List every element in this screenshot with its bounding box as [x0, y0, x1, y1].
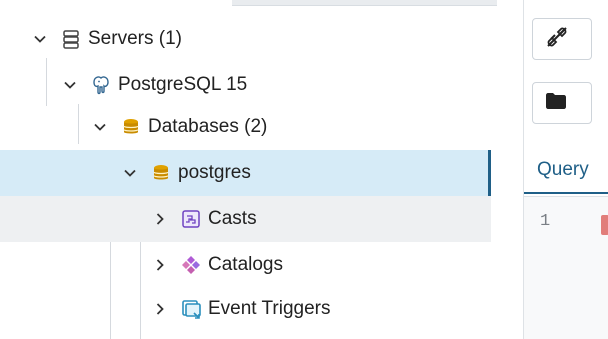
- query-tool-panel: Query 1: [523, 0, 608, 339]
- folder-icon: [545, 91, 567, 116]
- tab-query[interactable]: Query: [524, 148, 608, 194]
- chevron-right-icon[interactable]: [152, 211, 168, 227]
- tree-item-event-triggers[interactable]: Event Triggers: [0, 286, 491, 332]
- chevron-down-icon[interactable]: [32, 31, 48, 47]
- tree-item-label: PostgreSQL 15: [118, 74, 248, 95]
- databases-icon: [120, 116, 142, 138]
- tree-item-postgres[interactable]: postgres: [0, 150, 491, 196]
- tree-item-postgresql-15[interactable]: PostgreSQL 15: [0, 62, 512, 108]
- chevron-down-icon[interactable]: [62, 77, 78, 93]
- tree-item-label: postgres: [178, 162, 251, 183]
- tree-item-label: Casts: [208, 208, 257, 229]
- chevron-down-icon[interactable]: [122, 165, 138, 181]
- tree-item-label: Catalogs: [208, 254, 283, 275]
- panel-splitter[interactable]: [512, 0, 523, 339]
- object-explorer-tree: Servers (1) PostgreSQL 15 Databases (2) …: [0, 0, 512, 339]
- tab-query-label: Query: [537, 159, 589, 180]
- database-icon: [150, 162, 172, 184]
- chevron-right-icon[interactable]: [152, 257, 168, 273]
- tree-item-label: Databases (2): [148, 116, 268, 137]
- tree-item-catalogs[interactable]: Catalogs: [0, 242, 491, 288]
- tree-item-databases[interactable]: Databases (2): [0, 104, 512, 150]
- sql-editor[interactable]: [524, 197, 608, 339]
- chevron-right-icon[interactable]: [152, 301, 168, 317]
- chevron-down-icon[interactable]: [92, 119, 108, 135]
- tree-item-casts[interactable]: Casts: [0, 196, 491, 242]
- disconnect-icon: [545, 25, 569, 54]
- editor-text-fragment: [601, 215, 608, 235]
- postgresql-elephant-icon: [90, 74, 112, 96]
- tree-item-servers[interactable]: Servers (1): [0, 16, 512, 62]
- tree-item-label: Servers (1): [88, 28, 182, 49]
- servers-icon: [60, 28, 82, 50]
- horizontal-scrollbar[interactable]: [232, 0, 497, 6]
- line-number: 1: [540, 212, 551, 231]
- open-file-button[interactable]: [532, 82, 592, 124]
- catalogs-icon: [180, 254, 202, 276]
- casts-icon: [180, 208, 202, 230]
- disconnect-button[interactable]: [532, 18, 592, 60]
- tree-item-label: Event Triggers: [208, 298, 331, 319]
- event-triggers-icon: [180, 298, 202, 320]
